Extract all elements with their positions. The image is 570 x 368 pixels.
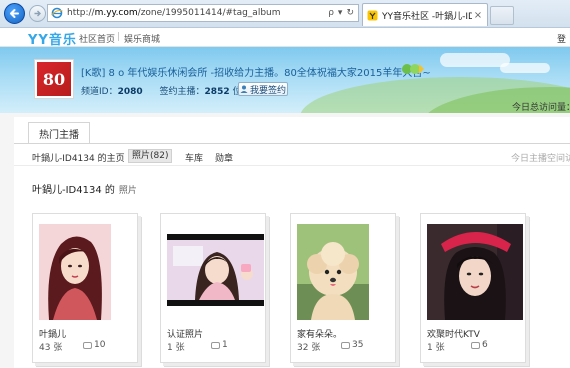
- dropdown-icon[interactable]: ▾: [338, 8, 343, 18]
- channel-id-value: 2080: [117, 87, 143, 97]
- channel-meta: 频道ID：2080 签约主播：2852 位: [81, 84, 242, 97]
- url-domain: m.yy.com: [94, 8, 138, 18]
- login-link[interactable]: 登: [557, 32, 566, 45]
- album-comments: 6: [471, 340, 488, 350]
- channel-title[interactable]: [K歌] 8 ο 年代娱乐休闲会所 -招收给力主播。80全体祝福大家2015羊年…: [81, 64, 431, 79]
- channel-avatar[interactable]: 80: [34, 59, 74, 99]
- channel-banner: 80 [K歌] 8 ο 年代娱乐休闲会所 -招收给力主播。80全体祝福大家201…: [0, 47, 570, 113]
- new-tab-button[interactable]: [490, 6, 514, 25]
- refresh-icon[interactable]: ↻: [346, 8, 354, 18]
- album-comment-count: 6: [482, 340, 488, 350]
- subnav-homepage[interactable]: 叶鍋儿-ID4134 的主页: [32, 151, 125, 164]
- album-photo-count: 43 张: [39, 343, 63, 353]
- album-name[interactable]: 家有朵朵。: [297, 327, 342, 340]
- subnav-photos[interactable]: 照片(82): [128, 149, 173, 163]
- forward-button[interactable]: [29, 5, 46, 22]
- album-card[interactable]: 认证照片 1 张 1: [160, 213, 266, 363]
- sign-up-button[interactable]: 我要签约: [238, 82, 288, 96]
- address-bar[interactable]: http://m.yy.com/zone/1995011414/#tag_alb…: [47, 4, 359, 22]
- user-icon: [240, 85, 248, 93]
- site-header: YY音乐 社区首页 | 娱乐商城 登: [0, 28, 570, 48]
- album-card[interactable]: 叶鍋儿 43 张 10: [32, 213, 138, 363]
- arrow-left-icon: [10, 9, 19, 18]
- album-cover-image[interactable]: [427, 224, 523, 320]
- album-card[interactable]: 欢聚时代KTV 1 张 6: [420, 213, 526, 363]
- content-panel: 热门主播 叶鍋儿-ID4134 的主页 照片(82) 车库 勋章 今日主播空间访…: [14, 117, 570, 368]
- comment-icon: [471, 341, 480, 349]
- album-name[interactable]: 认证照片: [167, 327, 203, 340]
- album-photo-count: 1 张: [167, 343, 185, 353]
- album-card[interactable]: 家有朵朵。 32 张 35: [290, 213, 396, 363]
- signed-anchors-count: 2852: [204, 87, 230, 97]
- comment-icon: [83, 341, 92, 349]
- tab-title: YY音乐社区 -叶鍋儿-ID4134: [382, 11, 472, 22]
- subnav-divider: [14, 165, 570, 166]
- sign-up-label: 我要签约: [249, 85, 286, 96]
- yy-favicon-icon: [367, 10, 378, 20]
- profile-subnav: 叶鍋儿-ID4134 的主页 照片(82) 车库 勋章 今日主播空间访: [14, 148, 570, 164]
- album-comments: 10: [83, 340, 105, 350]
- search-icon[interactable]: ρ: [328, 8, 334, 18]
- arrow-right-icon: [34, 10, 41, 17]
- album-comments: 1: [211, 340, 228, 350]
- album-name[interactable]: 欢聚时代KTV: [427, 327, 480, 340]
- url-scheme: http://: [67, 8, 95, 18]
- comment-icon: [341, 341, 350, 349]
- signed-anchors-label: 签约主播：: [159, 87, 205, 97]
- yy-music-logo[interactable]: YY音乐: [28, 29, 77, 48]
- nav-entertainment-mall[interactable]: 娱乐商城: [124, 32, 160, 45]
- browser-tab[interactable]: YY音乐社区 -叶鍋儿-ID4134 ×: [362, 3, 488, 26]
- main-content: 热门主播 叶鍋儿-ID4134 的主页 照片(82) 车库 勋章 今日主播空间访…: [0, 113, 570, 368]
- album-comment-count: 10: [94, 340, 106, 350]
- album-cover-image[interactable]: [297, 224, 369, 320]
- subnav-garage[interactable]: 车库: [185, 151, 203, 164]
- cloud-decoration: [500, 63, 550, 73]
- album-comments: 35: [341, 340, 363, 350]
- url-text[interactable]: http://m.yy.com/zone/1995011414/#tag_alb…: [67, 8, 328, 18]
- photos-label: 照片: [118, 186, 137, 196]
- url-path: /zone/1995011414/#tag_album: [137, 8, 281, 18]
- subnav-medals[interactable]: 勋章: [215, 151, 233, 164]
- album-comment-count: 1: [222, 340, 228, 350]
- back-button[interactable]: [4, 3, 25, 24]
- album-name[interactable]: 叶鍋儿: [39, 327, 66, 340]
- nav-community-home[interactable]: 社区首页: [79, 32, 115, 45]
- comment-icon: [211, 341, 220, 349]
- ie-page-icon: [51, 7, 63, 19]
- owner-name: 叶鍋儿-ID4134 的: [32, 185, 115, 196]
- browser-toolbar: http://m.yy.com/zone/1995011414/#tag_alb…: [0, 0, 570, 28]
- album-section-title: 叶鍋儿-ID4134 的照片: [32, 181, 137, 196]
- nav-separator: |: [117, 32, 121, 42]
- album-photo-count: 32 张: [297, 343, 321, 353]
- close-icon[interactable]: ×: [472, 10, 484, 21]
- tab-hot-anchors[interactable]: 热门主播: [28, 122, 90, 144]
- album-cover-image[interactable]: [167, 234, 264, 306]
- album-photo-count: 1 张: [427, 343, 445, 353]
- channel-avatar-label: 80: [37, 62, 71, 96]
- today-visits: 今日总访问量：1: [512, 103, 570, 113]
- subnav-space-hint: 今日主播空间访: [511, 154, 570, 164]
- album-cover-image[interactable]: [39, 224, 111, 320]
- tab-divider: [14, 143, 570, 144]
- channel-id-label: 频道ID：: [81, 87, 118, 97]
- album-comment-count: 35: [352, 340, 364, 350]
- vip-badge-icon: [402, 64, 424, 74]
